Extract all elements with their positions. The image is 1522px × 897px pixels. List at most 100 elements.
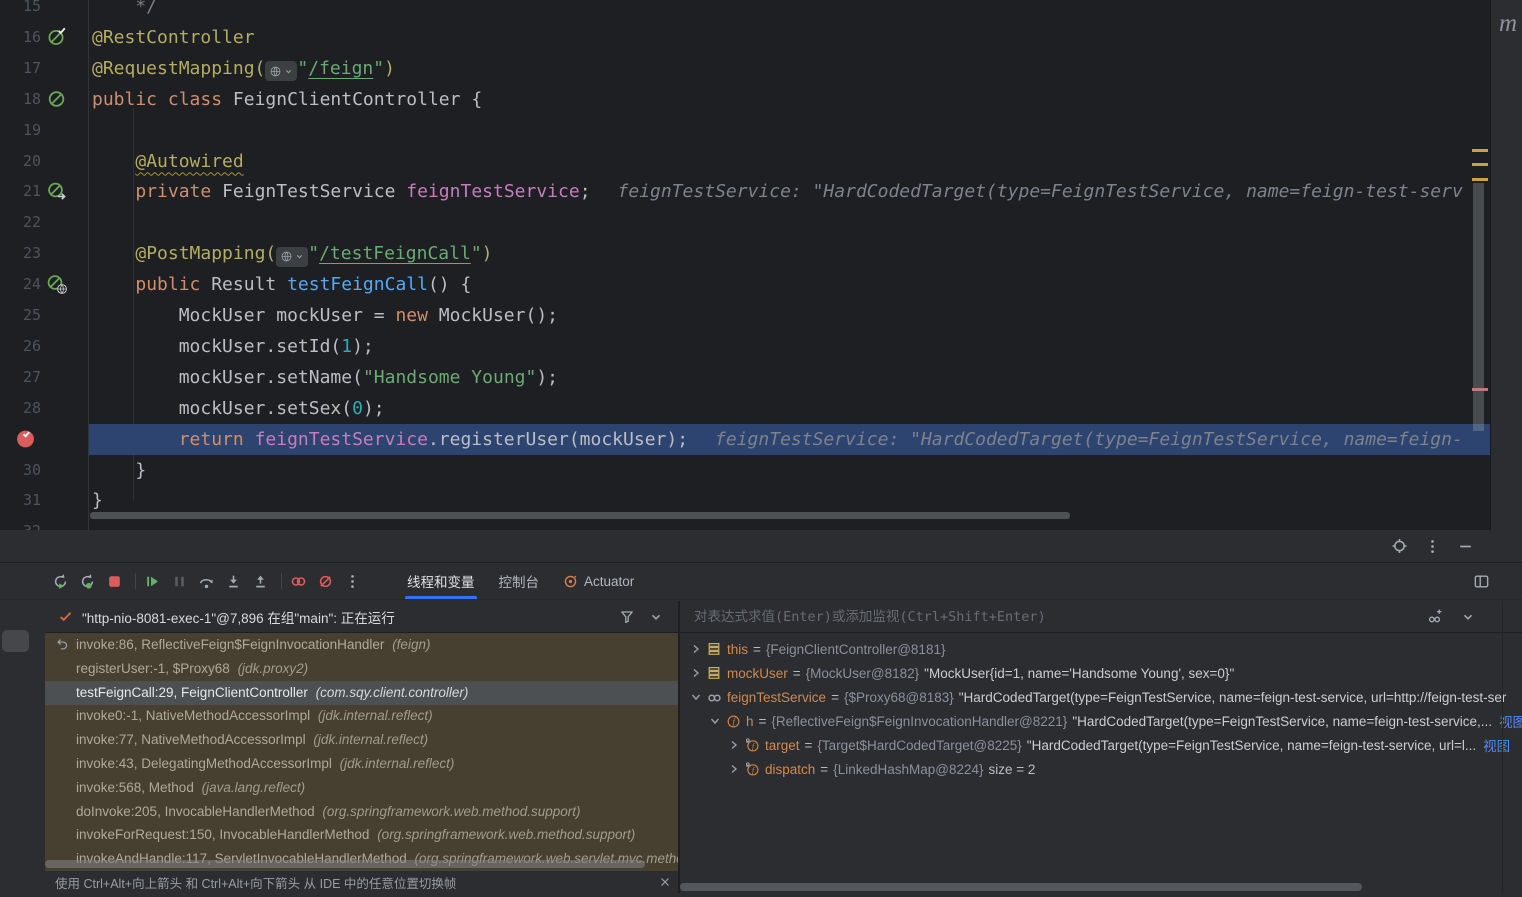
editor-horizontal-scrollbar[interactable]: [90, 512, 1070, 519]
line-number[interactable]: 32: [0, 516, 41, 530]
code-line-18[interactable]: 18public class FeignClientController {: [0, 84, 1490, 115]
filter-icon[interactable]: [618, 608, 635, 625]
bean-icon[interactable]: [46, 88, 68, 110]
step-into-icon[interactable]: [225, 573, 242, 590]
code-editor[interactable]: 15 */16@RestController17@RequestMapping(…: [0, 0, 1490, 530]
chevron-right-icon[interactable]: [728, 739, 740, 751]
breakpoint-stripe-mark[interactable]: [1472, 388, 1488, 391]
line-number[interactable]: 23: [0, 238, 41, 269]
url-mapping-inlay[interactable]: [265, 61, 297, 81]
bean-check-icon[interactable]: [46, 26, 68, 48]
line-number[interactable]: 28: [0, 393, 41, 424]
stack-frame-row[interactable]: invoke:86, ReflectiveFeign$FeignInvocati…: [45, 633, 678, 657]
stack-frame-row[interactable]: invoke:43, DelegatingMethodAccessorImpl …: [45, 752, 678, 776]
line-number[interactable]: 21: [0, 176, 41, 207]
stop-icon[interactable]: [106, 573, 123, 590]
code-line-26[interactable]: 26 mockUser.setId(1);: [0, 331, 1490, 362]
code-line-15[interactable]: 15 */: [0, 0, 1490, 22]
frames-horizontal-scrollbar[interactable]: [45, 860, 645, 868]
line-number[interactable]: 30: [0, 455, 41, 486]
code-line-25[interactable]: 25 MockUser mockUser = new MockUser();: [0, 300, 1490, 331]
stack-frame-row[interactable]: testFeignCall:29, FeignClientController …: [45, 681, 678, 705]
variable-row-mockUser[interactable]: mockUser={MockUser@8182}"MockUser{id=1, …: [680, 661, 1522, 685]
resume-icon[interactable]: [144, 573, 161, 590]
variable-row-feignTestService[interactable]: feignTestService={$Proxy68@8183}"HardCod…: [680, 685, 1522, 709]
chevron-right-icon[interactable]: [728, 763, 740, 775]
chevron-right-icon[interactable]: [690, 643, 702, 655]
line-number[interactable]: 22: [0, 207, 41, 238]
vars-horizontal-scrollbar[interactable]: [680, 883, 1362, 891]
variable-row-h[interactable]: fh={ReflectiveFeign$FeignInvocationHandl…: [680, 709, 1522, 733]
stack-frame-row[interactable]: registerUser:-1, $Proxy68 (jdk.proxy2): [45, 657, 678, 681]
code-line-30[interactable]: 30 }: [0, 455, 1490, 486]
chevron-right-icon[interactable]: [690, 667, 702, 679]
line-number[interactable]: 25: [0, 300, 41, 331]
tab-控制台[interactable]: 控制台: [487, 563, 552, 599]
toolwindow-stripe-button[interactable]: [2, 630, 29, 652]
more-icon[interactable]: [1424, 538, 1441, 555]
warning-stripe-mark[interactable]: [1472, 163, 1488, 166]
chevron-down-icon[interactable]: [709, 715, 721, 727]
variable-row-dispatch[interactable]: fdispatch={LinkedHashMap@8224}size = 2: [680, 757, 1522, 781]
line-number[interactable]: 26: [0, 331, 41, 362]
step-over-icon[interactable]: [198, 573, 215, 590]
evaluate-expression-input[interactable]: [692, 608, 1427, 626]
code-line-21[interactable]: 21 private FeignTestService feignTestSer…: [0, 176, 1490, 207]
warning-stripe-mark[interactable]: [1472, 149, 1488, 152]
layout-icon[interactable]: [1473, 573, 1490, 590]
rerun-icon[interactable]: [52, 573, 69, 590]
add-watch-icon[interactable]: [1427, 608, 1444, 625]
chevron-down-icon[interactable]: [690, 691, 702, 703]
bean-globe-icon[interactable]: [46, 273, 68, 295]
line-number[interactable]: 31: [0, 485, 41, 516]
line-number[interactable]: 15: [0, 0, 41, 22]
code-line-19[interactable]: 19: [0, 115, 1490, 146]
url-mapping-inlay[interactable]: [276, 247, 308, 267]
code-line-29[interactable]: return feignTestService.registerUser(moc…: [0, 424, 1490, 455]
stack-frame-row[interactable]: invoke:568, Method (java.lang.reflect): [45, 776, 678, 800]
stack-frame-row[interactable]: doInvoke:205, InvocableHandlerMethod (or…: [45, 800, 678, 824]
variable-row-target[interactable]: ftarget={Target$HardCodedTarget@8225}"Ha…: [680, 733, 1522, 757]
chevron-down-icon[interactable]: [647, 608, 664, 625]
bean-arrow-icon[interactable]: [46, 180, 68, 202]
view-link[interactable]: 视图: [1483, 735, 1510, 755]
return-arrow-icon: [55, 637, 71, 653]
thread-selector[interactable]: "http-nio-8081-exec-1"@7,896 在组"main": 正…: [45, 601, 678, 633]
line-number[interactable]: 27: [0, 362, 41, 393]
minimize-icon[interactable]: [1457, 538, 1474, 555]
editor-right-panel: m: [1490, 0, 1522, 530]
line-number[interactable]: 17: [0, 53, 41, 84]
mute-breakpoints-icon[interactable]: [317, 573, 334, 590]
rerun-debug-icon[interactable]: [79, 573, 96, 590]
code-line-17[interactable]: 17@RequestMapping("/feign"): [0, 53, 1490, 84]
line-number[interactable]: 19: [0, 115, 41, 146]
step-out-icon[interactable]: [252, 573, 269, 590]
warning-stripe-mark[interactable]: [1472, 178, 1488, 181]
code-line-23[interactable]: 23 @PostMapping("/testFeignCall"): [0, 238, 1490, 269]
code-line-20[interactable]: 20 @Autowired: [0, 146, 1490, 177]
code-line-27[interactable]: 27 mockUser.setName("Handsome Young");: [0, 362, 1490, 393]
settings-target-icon[interactable]: [1391, 538, 1408, 555]
tab-线程和变量[interactable]: 线程和变量: [395, 563, 487, 599]
stack-frame-row[interactable]: invokeForRequest:150, InvocableHandlerMe…: [45, 823, 678, 847]
close-icon[interactable]: [658, 875, 672, 889]
code-line-24[interactable]: 24 public Result testFeignCall() {: [0, 269, 1490, 300]
pause-icon[interactable]: [171, 573, 188, 590]
breakpoint-icon[interactable]: [15, 428, 37, 450]
chevron-down-icon[interactable]: [1459, 608, 1476, 625]
line-number[interactable]: 20: [0, 146, 41, 177]
stack-frame-row[interactable]: invoke:77, NativeMethodAccessorImpl (jdk…: [45, 728, 678, 752]
view-breakpoints-icon[interactable]: [290, 573, 307, 590]
variable-reference: {MockUser@8182}: [806, 666, 920, 681]
variable-row-this[interactable]: this={FeignClientController@8181}: [680, 637, 1522, 661]
stack-frame-row[interactable]: invoke0:-1, NativeMethodAccessorImpl (jd…: [45, 704, 678, 728]
code-line-22[interactable]: 22: [0, 207, 1490, 238]
editor-vertical-scrollbar[interactable]: [1473, 183, 1484, 431]
more-icon[interactable]: [344, 573, 361, 590]
line-number[interactable]: 24: [0, 269, 41, 300]
tab-Actuator[interactable]: Actuator: [551, 563, 646, 599]
code-line-28[interactable]: 28 mockUser.setSex(0);: [0, 393, 1490, 424]
code-line-16[interactable]: 16@RestController: [0, 22, 1490, 53]
line-number[interactable]: 16: [0, 22, 41, 53]
line-number[interactable]: 18: [0, 84, 41, 115]
